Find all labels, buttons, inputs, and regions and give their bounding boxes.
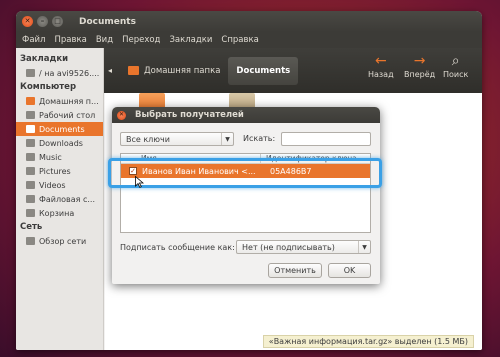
menu-go[interactable]: Переход: [122, 35, 160, 45]
menu-file[interactable]: Файл: [22, 35, 45, 45]
dialog-title: Выбрать получателей: [135, 110, 244, 120]
search-icon: ⌕: [451, 53, 460, 69]
sidebar-item-downloads[interactable]: Downloads: [16, 136, 103, 150]
videos-icon: [26, 181, 35, 189]
recipients-list[interactable]: Имя Идентификатор ключа ✓ Иванов Иван Ив…: [120, 153, 371, 233]
places-sidebar: Закладки / на avi9526.... Компьютер Дома…: [16, 48, 104, 350]
recipient-row[interactable]: ✓ Иванов Иван Иванович <... 05A486B7: [121, 164, 370, 178]
menu-edit[interactable]: Правка: [54, 35, 86, 45]
recipients-list-header: Имя Идентификатор ключа: [121, 154, 370, 164]
drive-icon: [26, 69, 35, 77]
search-field-label: Искать:: [243, 134, 276, 143]
chevron-down-icon: ▼: [358, 241, 370, 253]
recipient-name: Иванов Иван Иванович <...: [142, 166, 256, 176]
menu-view[interactable]: Вид: [96, 35, 113, 45]
forward-arrow-icon: →: [413, 53, 426, 69]
sidebar-item-label: Файловая с...: [39, 194, 95, 204]
forward-button[interactable]: → Вперёд: [404, 52, 435, 79]
crumb-home[interactable]: Домашняя папка: [120, 57, 228, 85]
trash-icon: [26, 209, 35, 217]
dialog-titlebar: ✕ Выбрать получателей: [112, 107, 380, 123]
back-arrow-icon: ←: [374, 53, 387, 69]
sign-as-dropdown[interactable]: Нет (не подписывать) ▼: [236, 240, 371, 254]
sidebar-item-label: / на avi9526....: [39, 68, 100, 78]
menu-bar: Файл Правка Вид Переход Закладки Справка: [16, 32, 482, 48]
crumb-documents[interactable]: Documents: [228, 56, 299, 85]
column-name-header[interactable]: Имя: [121, 154, 261, 163]
sidebar-item-filesystem[interactable]: Файловая с...: [16, 192, 103, 206]
bookmarks-heading: Закладки: [20, 54, 69, 64]
sidebar-item-desktop[interactable]: Рабочий стол: [16, 108, 103, 122]
chevron-down-icon: ▼: [221, 133, 233, 145]
home-icon: [26, 97, 35, 105]
ok-button[interactable]: OK: [328, 263, 371, 278]
sidebar-item-label: Music: [39, 152, 62, 162]
crumb-home-label: Домашняя папка: [144, 65, 221, 76]
sidebar-item-label: Корзина: [39, 208, 75, 218]
music-icon: [26, 153, 35, 161]
sidebar-item-remote[interactable]: / на avi9526....: [16, 66, 103, 80]
forward-label: Вперёд: [404, 70, 436, 79]
documents-icon: [26, 125, 35, 133]
sidebar-item-label: Домашняя п...: [39, 96, 99, 106]
recipient-key-id: 05A486B7: [270, 166, 312, 176]
back-label: Назад: [368, 70, 394, 79]
sidebar-item-music[interactable]: Music: [16, 150, 103, 164]
back-button[interactable]: ← Назад: [368, 52, 394, 79]
choose-recipients-dialog: ✕ Выбрать получателей Все ключи ▼ Искать…: [112, 107, 380, 284]
sidebar-item-home[interactable]: Домашняя п...: [16, 94, 103, 108]
maximize-window-button[interactable]: □: [52, 16, 63, 27]
sidebar-item-documents[interactable]: Documents: [16, 122, 103, 136]
network-icon: [26, 237, 35, 245]
sidebar-item-label: Обзор сети: [39, 236, 87, 246]
desktop-icon: [26, 111, 35, 119]
home-folder-icon: [128, 66, 140, 75]
window-titlebar: ✕ – □ Documents: [16, 11, 482, 32]
sign-as-value: Нет (не подписывать): [242, 242, 335, 252]
sidebar-item-label: Videos: [39, 180, 66, 190]
sidebar-item-pictures[interactable]: Pictures: [16, 164, 103, 178]
menu-help[interactable]: Справка: [221, 35, 258, 45]
cancel-button[interactable]: Отменить: [268, 263, 322, 278]
close-window-button[interactable]: ✕: [22, 16, 33, 27]
minimize-window-button[interactable]: –: [37, 16, 48, 27]
column-key-id-header[interactable]: Идентификатор ключа: [261, 154, 357, 163]
key-search-input[interactable]: [281, 132, 371, 146]
search-label: Поиск: [443, 70, 469, 79]
downloads-icon: [26, 139, 35, 147]
sidebar-item-label: Documents: [39, 124, 85, 134]
sign-as-label: Подписать сообщение как:: [120, 243, 235, 252]
crumb-documents-label: Documents: [236, 65, 291, 76]
path-left-arrow-icon[interactable]: ◂: [108, 66, 112, 75]
key-filter-dropdown[interactable]: Все ключи ▼: [120, 132, 234, 146]
sidebar-item-label: Рабочий стол: [39, 110, 96, 120]
sidebar-item-videos[interactable]: Videos: [16, 178, 103, 192]
filesystem-icon: [26, 195, 35, 203]
dialog-close-button[interactable]: ✕: [117, 110, 126, 120]
status-bar: «Важная информация.tar.gz» выделен (1.5 …: [262, 335, 474, 348]
pictures-icon: [26, 167, 35, 175]
sidebar-item-label: Downloads: [39, 138, 83, 148]
mouse-cursor-icon: [135, 176, 144, 188]
recipient-checkbox[interactable]: ✓: [129, 167, 137, 175]
computer-heading: Компьютер: [20, 82, 77, 92]
sidebar-item-label: Pictures: [39, 166, 71, 176]
sidebar-item-trash[interactable]: Корзина: [16, 206, 103, 220]
sidebar-item-network[interactable]: Обзор сети: [16, 234, 103, 248]
search-button[interactable]: ⌕ Поиск: [443, 52, 468, 79]
network-heading: Сеть: [20, 222, 43, 232]
menu-bookmarks[interactable]: Закладки: [169, 35, 212, 45]
window-title: Documents: [79, 16, 136, 27]
key-filter-value: Все ключи: [126, 134, 170, 144]
